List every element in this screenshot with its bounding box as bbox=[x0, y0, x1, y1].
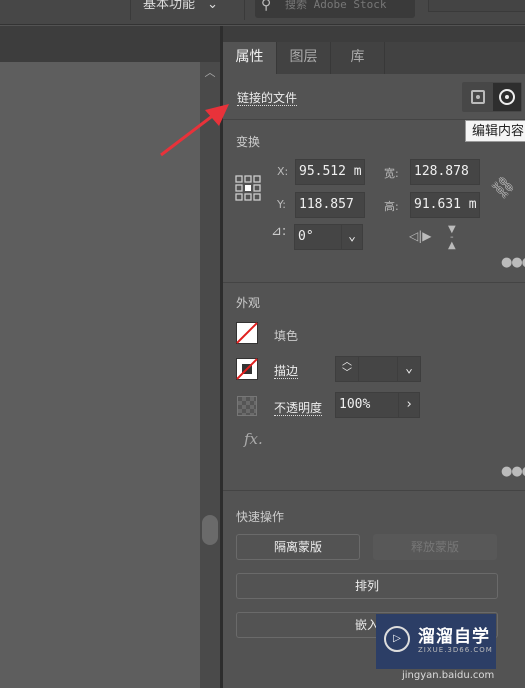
go-to-link-icon[interactable] bbox=[493, 83, 521, 111]
play-icon: ▷ bbox=[384, 626, 410, 652]
constrain-proportions-icon[interactable]: ⛓ bbox=[488, 172, 519, 203]
opacity-input[interactable]: 100% bbox=[335, 392, 399, 418]
workspace-switcher[interactable]: 基本功能 ⌄ bbox=[130, 0, 245, 20]
fill-none-swatch-icon[interactable] bbox=[236, 322, 258, 344]
opacity-link[interactable]: 不透明度 bbox=[274, 401, 323, 416]
transform-title: 变换 bbox=[236, 135, 261, 149]
tab-libraries[interactable]: 库 bbox=[331, 42, 385, 74]
stroke-weight-input[interactable] bbox=[358, 356, 398, 382]
height-label: 高: bbox=[384, 200, 399, 213]
y-input[interactable]: 118.857 bbox=[295, 192, 365, 218]
height-input[interactable]: 91.631 m bbox=[410, 192, 480, 218]
relink-icon[interactable] bbox=[466, 85, 490, 109]
tooltip: 编辑内容 bbox=[465, 120, 525, 142]
arrange-button[interactable]: 排列 bbox=[236, 573, 498, 599]
more-options-icon[interactable]: ●●● bbox=[501, 464, 525, 479]
chevron-down-icon: ⌄ bbox=[207, 0, 219, 12]
section-divider bbox=[223, 282, 525, 283]
effects-fx-button[interactable]: fx. bbox=[244, 430, 263, 448]
more-options-icon[interactable]: ●●● bbox=[501, 255, 525, 270]
reference-point-icon[interactable] bbox=[235, 175, 261, 201]
watermark-url: ZIXUE.3D66.COM bbox=[418, 646, 493, 654]
linked-file-link[interactable]: 链接的文件 bbox=[237, 91, 298, 106]
flip-vertical-icon[interactable]: ▼ - ▲ bbox=[448, 225, 456, 251]
x-label: X: bbox=[277, 165, 289, 178]
scroll-up-icon[interactable]: ︿ bbox=[203, 64, 217, 80]
watermark-name: 溜溜自学 bbox=[418, 627, 490, 647]
isolate-mask-button[interactable]: 隔离蒙版 bbox=[236, 534, 360, 560]
tab-properties[interactable]: 属性 bbox=[223, 42, 277, 74]
width-label: 宽: bbox=[384, 167, 399, 180]
opacity-chevron-right-icon[interactable]: › bbox=[398, 392, 420, 418]
rotate-input[interactable]: 0° bbox=[294, 224, 342, 250]
release-mask-button[interactable]: 释放蒙版 bbox=[373, 534, 497, 560]
tab-layers[interactable]: 图层 bbox=[277, 42, 331, 74]
workspace-label: 基本功能 bbox=[143, 0, 196, 12]
opacity-checker-icon[interactable] bbox=[237, 396, 257, 416]
stroke-weight-stepper[interactable]: ︿ ﹀ bbox=[335, 356, 359, 382]
fill-label: 填色 bbox=[274, 329, 299, 343]
red-arrow-annotation bbox=[160, 104, 229, 157]
document-tab-bar bbox=[0, 26, 220, 62]
stroke-none-swatch-icon[interactable] bbox=[236, 358, 258, 380]
watermark-logo: ▷ 溜溜自学 ZIXUE.3D66.COM bbox=[376, 614, 496, 669]
stroke-weight-dropdown-chevron-icon[interactable]: ⌄ bbox=[397, 356, 421, 382]
scrollbar-thumb[interactable] bbox=[202, 515, 218, 545]
watermark-footer: jingyan.baidu.com bbox=[402, 670, 495, 681]
panel-tabs: 属性 图层 库 bbox=[223, 42, 525, 74]
quick-actions-title: 快速操作 bbox=[236, 510, 285, 524]
flip-horizontal-icon[interactable]: ◁|▶ bbox=[409, 229, 432, 243]
search-icon: ⚲ bbox=[261, 0, 272, 13]
appearance-title: 外观 bbox=[236, 296, 261, 310]
search-placeholder: 搜索 Adobe Stock bbox=[285, 0, 387, 11]
window-controls[interactable] bbox=[428, 0, 525, 12]
rotate-dropdown-chevron-icon[interactable]: ⌄ bbox=[341, 224, 363, 250]
x-input[interactable]: 95.512 m bbox=[295, 159, 365, 185]
stock-search-input[interactable]: ⚲ 搜索 Adobe Stock bbox=[255, 0, 415, 18]
panel-header bbox=[223, 26, 525, 42]
width-input[interactable]: 128.878 bbox=[410, 159, 480, 185]
stroke-link[interactable]: 描边 bbox=[274, 364, 299, 379]
angle-icon: ⊿: bbox=[271, 224, 287, 239]
y-label: Y: bbox=[277, 198, 286, 211]
section-divider bbox=[223, 490, 525, 491]
section-divider bbox=[223, 119, 525, 120]
